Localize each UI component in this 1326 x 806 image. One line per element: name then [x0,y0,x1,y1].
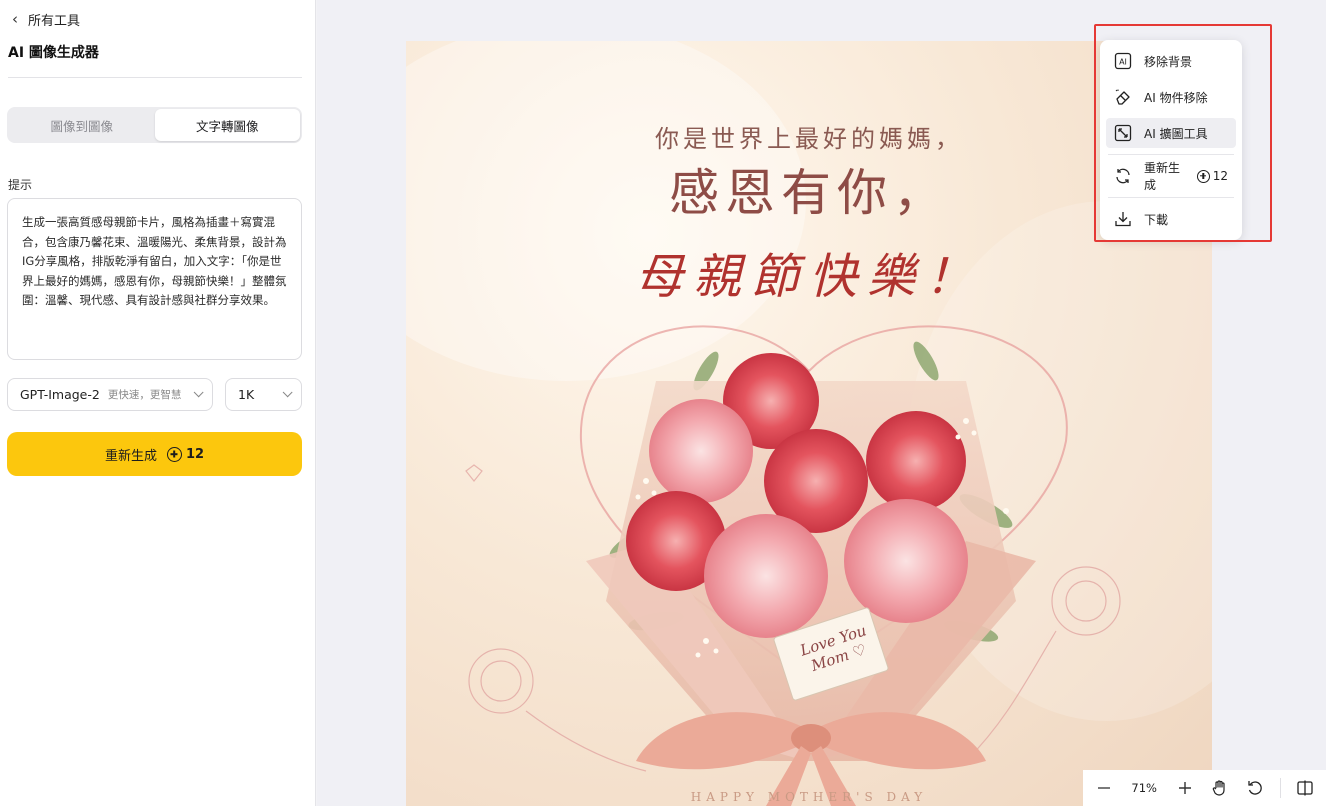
toolbar-divider [1279,778,1281,798]
zoom-toolbar: 71% [1083,770,1326,806]
menu-item-regenerate[interactable]: 重新生成 12 [1106,161,1236,192]
card-headline-3: 母親節快樂！ [634,249,983,305]
credit-count: 12 [1212,169,1228,183]
menu-divider [1108,197,1234,198]
resolution-select-value: 1K [238,387,255,402]
menu-item-label: 重新生成 [1144,161,1181,192]
zoom-out-button[interactable] [1093,776,1114,800]
credit-cost: 12 [166,446,205,462]
menu-item-ai-expand[interactable]: AI 擴圖工具 [1106,118,1236,148]
mode-tabs: 圖像到圖像 文字轉圖像 [7,107,302,143]
image-actions-menu: AI 移除背景 AI 物件移除 AI 擴圖工具 重新生成 12 下載 [1100,40,1242,240]
ai-box-icon: AI [1114,52,1132,70]
prompt-textarea[interactable]: 生成一張高質感母親節卡片，風格為插畫＋寫實混合，包含康乃馨花束、溫暖陽光、柔焦背… [7,198,302,360]
menu-item-label: AI 物件移除 [1144,90,1208,105]
hand-icon [1212,780,1225,796]
menu-item-download[interactable]: 下載 [1106,204,1236,234]
card-headline-2: 感恩有你， [669,164,949,222]
refresh-icon [1116,168,1130,184]
svg-text:AI: AI [1119,58,1127,67]
credit-cost: 12 [1196,169,1228,183]
chevron-down-icon [282,387,293,398]
menu-item-ai-object-removal[interactable]: AI 物件移除 [1106,82,1236,112]
expand-icon [1114,124,1132,142]
credit-count: 12 [185,446,205,462]
prompt-label: 提示 [8,178,33,192]
regenerate-button-label: 重新生成 [104,448,157,464]
zoom-in-button[interactable] [1174,776,1195,800]
chevron-down-icon [193,387,204,398]
compare-button[interactable] [1295,776,1316,800]
minus-icon [1097,787,1110,789]
back-link-label: 所有工具 [28,14,81,29]
menu-divider [1108,154,1234,155]
plus-icon [1178,782,1191,794]
tab-image-to-image[interactable]: 圖像到圖像 [9,109,155,141]
resolution-select[interactable]: 1K [225,378,302,411]
zoom-level: 71% [1131,781,1157,795]
menu-item-remove-background[interactable]: AI 移除背景 [1106,46,1236,76]
eraser-icon [1115,89,1130,105]
menu-item-label: 下載 [1144,212,1169,227]
card-headline-1: 你是世界上最好的媽媽， [655,125,963,153]
chevron-left-icon: ‹ [12,10,18,28]
divider [8,77,302,78]
model-select-value: GPT-Image-2 [20,387,100,402]
generated-image[interactable]: 你是世界上最好的媽媽， 感恩有你， 母親節快樂！ Love You Mom ♡ … [406,41,1212,806]
sidebar: ‹ 所有工具 AI 圖像生成器 圖像到圖像 文字轉圖像 提示 生成一張高質感母親… [0,0,316,806]
menu-item-label: AI 擴圖工具 [1144,126,1208,141]
credit-plus-icon [1196,169,1210,183]
regenerate-button[interactable]: 重新生成 12 [7,432,302,476]
page-title: AI 圖像生成器 [8,45,99,61]
undo-rotate-icon [1248,781,1263,795]
back-to-all-tools-link[interactable]: ‹ 所有工具 [12,10,81,30]
pan-hand-button[interactable] [1209,776,1230,800]
model-select[interactable]: GPT-Image-2 更快速，更智慧 [7,378,213,411]
model-select-subtitle: 更快速，更智慧 [107,389,182,401]
download-icon [1115,212,1131,227]
tab-text-to-image[interactable]: 文字轉圖像 [154,109,300,141]
reset-view-button[interactable] [1245,776,1266,800]
credit-plus-icon [166,446,182,462]
compare-icon [1297,780,1314,796]
menu-item-label: 移除背景 [1144,54,1193,69]
